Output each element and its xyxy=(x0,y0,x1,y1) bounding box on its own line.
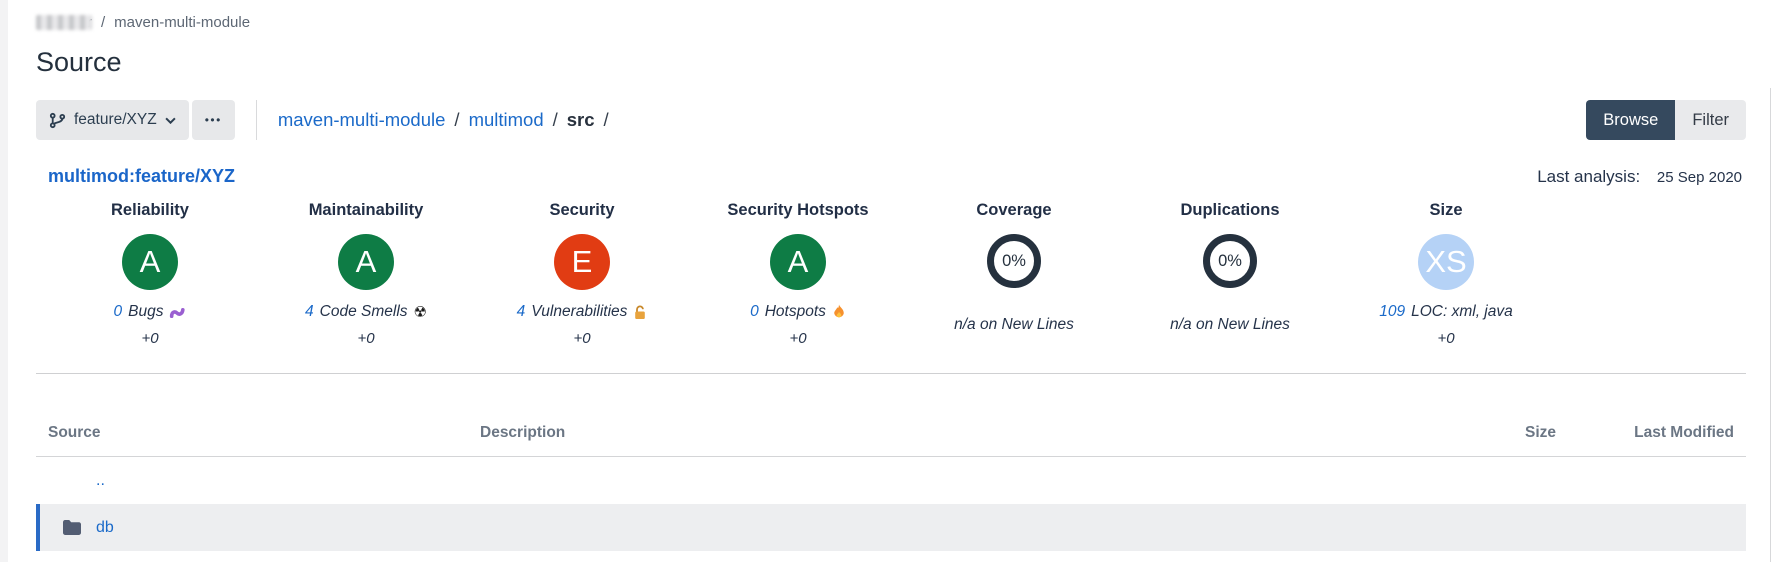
metric-delta: +0 xyxy=(690,330,906,347)
table-row-db[interactable]: db xyxy=(36,504,1746,551)
code-smells-count-link[interactable]: 4 xyxy=(305,303,314,321)
metric-maintainability: Maintainability A 4 Code Smells ☢ +0 xyxy=(258,201,474,347)
metric-detail: 0 Bugs xyxy=(42,303,258,321)
panel-right-border xyxy=(1770,88,1771,562)
column-header-last-modified: Last Modified xyxy=(1556,424,1734,442)
metric-detail: 109 LOC: xml, java xyxy=(1338,303,1554,321)
metric-detail: 0 Hotspots xyxy=(690,303,906,321)
db-folder-link[interactable]: db xyxy=(96,519,114,537)
table-header: Source Description Size Last Modified xyxy=(36,424,1746,457)
view-mode-switch: Browse Filter xyxy=(1586,100,1746,140)
breadcrumb-separator: / xyxy=(101,14,105,31)
hotspots-rating-badge: A xyxy=(770,234,826,290)
metric-note: n/a on New Lines xyxy=(906,316,1122,334)
branch-name: feature/XYZ xyxy=(74,111,157,129)
branch-selector[interactable]: feature/XYZ xyxy=(36,100,189,140)
fire-icon xyxy=(832,304,846,320)
metric-delta: +0 xyxy=(1338,330,1554,347)
breadcrumb-project-link[interactable]: maven-multi-module xyxy=(114,14,250,31)
metric-title: Coverage xyxy=(906,201,1122,220)
metric-security: Security E 4 Vulnerabilities +0 xyxy=(474,201,690,347)
metric-delta: +0 xyxy=(42,330,258,347)
files-table: Source Description Size Last Modified ..… xyxy=(36,424,1746,551)
metric-note: n/a on New Lines xyxy=(1122,316,1338,334)
metric-label: Vulnerabilities xyxy=(531,303,627,321)
breadcrumb: r / maven-multi-module xyxy=(36,14,1746,31)
path-link-project[interactable]: maven-multi-module xyxy=(278,109,446,131)
radioactive-icon: ☢ xyxy=(414,305,427,320)
metric-detail: 4 Vulnerabilities xyxy=(474,303,690,321)
last-analysis-label: Last analysis: xyxy=(1537,167,1640,186)
chevron-down-icon xyxy=(165,117,176,124)
coverage-ring-badge: 0% xyxy=(987,234,1041,288)
column-header-description: Description xyxy=(480,424,1446,442)
size-rating-badge: XS xyxy=(1418,234,1474,290)
column-header-source: Source xyxy=(48,424,480,442)
toolbar-divider xyxy=(256,100,257,140)
metric-reliability: Reliability A 0 Bugs +0 xyxy=(42,201,258,347)
metric-label: Bugs xyxy=(128,303,163,321)
metric-label: Hotspots xyxy=(765,303,826,321)
metric-title: Reliability xyxy=(42,201,258,220)
path-separator: / xyxy=(454,109,459,131)
git-branch-icon xyxy=(49,112,66,129)
loc-count-link[interactable]: 109 xyxy=(1379,303,1405,321)
duplications-ring-badge: 0% xyxy=(1203,234,1257,288)
bugs-count-link[interactable]: 0 xyxy=(114,303,123,321)
path-current-folder: src xyxy=(567,109,595,131)
metrics-row: Reliability A 0 Bugs +0 Maintainability xyxy=(36,201,1746,347)
metric-title: Duplications xyxy=(1122,201,1338,220)
redacted-username xyxy=(36,15,92,30)
security-rating-badge: E xyxy=(554,234,610,290)
component-path: maven-multi-module / multimod / src / xyxy=(278,109,609,131)
path-link-multimod[interactable]: multimod xyxy=(469,109,544,131)
path-separator: / xyxy=(604,109,609,131)
metric-delta: +0 xyxy=(258,330,474,347)
metric-title: Security Hotspots xyxy=(690,201,906,220)
vulnerabilities-count-link[interactable]: 4 xyxy=(517,303,526,321)
breadcrumb-user[interactable]: r xyxy=(36,14,92,31)
metric-title: Maintainability xyxy=(258,201,474,220)
metric-duplications: Duplications 0% n/a on New Lines xyxy=(1122,201,1338,347)
hotspots-count-link[interactable]: 0 xyxy=(750,303,759,321)
source-page: r / maven-multi-module Source feature/XY… xyxy=(0,0,1776,551)
metric-title: Size xyxy=(1338,201,1554,220)
browse-button[interactable]: Browse xyxy=(1586,100,1675,140)
bug-icon xyxy=(169,306,186,319)
toolbar: feature/XYZ ••• maven-multi-module / mul… xyxy=(36,100,1746,140)
component-branch-link[interactable]: multimod:feature/XYZ xyxy=(48,166,235,187)
metric-security-hotspots: Security Hotspots A 0 Hotspots +0 xyxy=(690,201,906,347)
folder-icon xyxy=(62,519,86,536)
page-left-gutter xyxy=(0,0,8,562)
last-analysis-date: 25 Sep 2020 xyxy=(1657,169,1742,186)
more-actions-button[interactable]: ••• xyxy=(192,100,235,140)
page-title: Source xyxy=(36,47,1746,78)
reliability-rating-badge: A xyxy=(122,234,178,290)
column-header-size: Size xyxy=(1446,424,1556,442)
overview-header: multimod:feature/XYZ Last analysis: 25 S… xyxy=(36,166,1746,187)
unlock-icon xyxy=(633,305,647,320)
table-row-parent-dir[interactable]: .. xyxy=(36,457,1746,504)
filter-button[interactable]: Filter xyxy=(1675,100,1746,140)
last-analysis: Last analysis: 25 Sep 2020 xyxy=(1537,167,1742,187)
path-separator: / xyxy=(553,109,558,131)
metric-detail: 4 Code Smells ☢ xyxy=(258,303,474,321)
metric-label: Code Smells xyxy=(320,303,408,321)
parent-dir-link[interactable]: .. xyxy=(96,472,105,490)
measures-overview: multimod:feature/XYZ Last analysis: 25 S… xyxy=(36,166,1746,374)
metric-size: Size XS 109 LOC: xml, java +0 xyxy=(1338,201,1554,347)
maintainability-rating-badge: A xyxy=(338,234,394,290)
metric-title: Security xyxy=(474,201,690,220)
metric-coverage: Coverage 0% n/a on New Lines xyxy=(906,201,1122,347)
metric-label: LOC: xml, java xyxy=(1411,303,1513,321)
metric-delta: +0 xyxy=(474,330,690,347)
